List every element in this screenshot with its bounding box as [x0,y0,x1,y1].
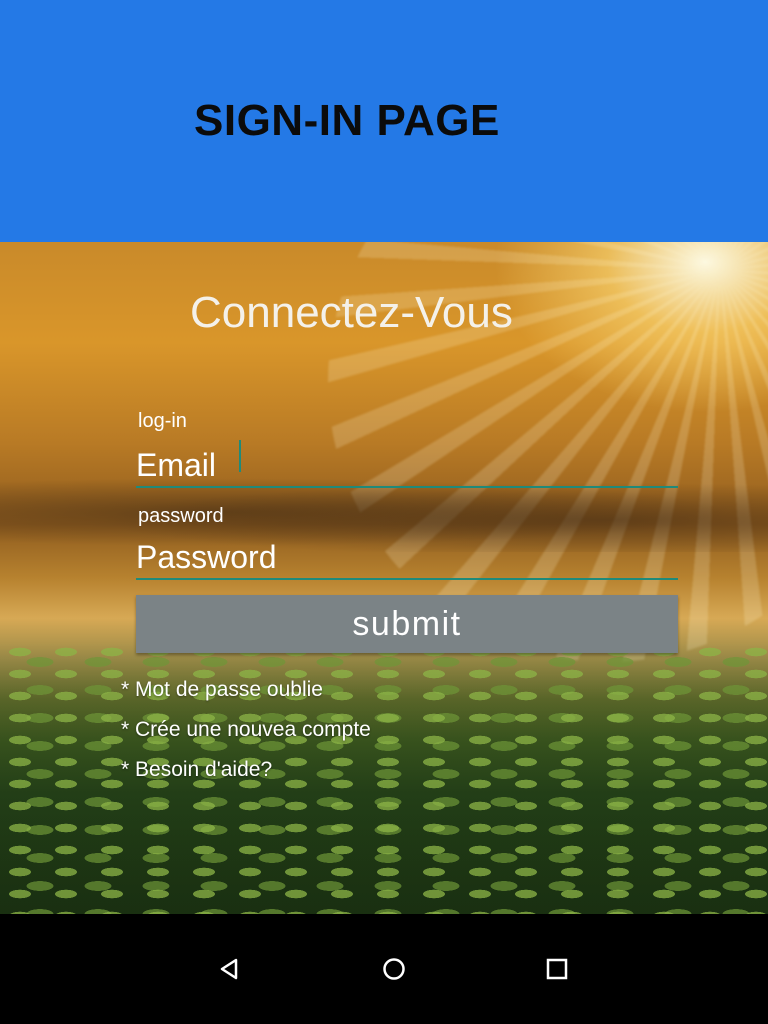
sign-in-content: Connectez-Vous log-in password submit * … [0,242,768,914]
forgot-password-link[interactable]: * Mot de passe oublie [121,678,323,702]
circle-home-icon [383,958,405,980]
app-bar: SIGN-IN PAGE [0,0,768,242]
password-label: password [138,505,224,527]
email-input[interactable] [136,444,678,488]
submit-button[interactable]: submit [136,595,678,653]
page-title: SIGN-IN PAGE [194,96,500,145]
back-button[interactable] [214,954,244,984]
lily-pads-decoration [0,642,768,914]
help-link[interactable]: * Besoin d'aide? [121,758,272,782]
square-recents-icon [546,958,568,980]
triangle-back-icon [220,958,238,980]
create-account-link[interactable]: * Crée une nouvea compte [121,718,371,742]
recents-button[interactable] [542,954,572,984]
navigation-bar [0,914,768,1024]
form-heading: Connectez-Vous [190,288,513,337]
email-label: log-in [138,410,187,432]
text-cursor [239,440,241,472]
password-input[interactable] [136,536,678,580]
home-button[interactable] [379,954,409,984]
